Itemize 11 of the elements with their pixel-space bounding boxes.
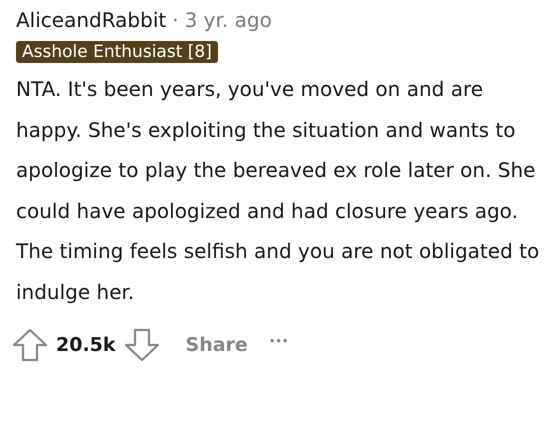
- share-button[interactable]: Share: [182, 332, 252, 358]
- username-link[interactable]: AliceandRabbit: [16, 8, 166, 32]
- comment-text: NTA. It's been years, you've moved on and are happy. She's exploiting the situation and wants to apologize to play the bereaved ex role later on. She could have apologized and had closure years ago. The timing feels selfish and you are not obligated to indulge her.: [16, 76, 540, 306]
- user-flair: Asshole Enthusiast [8]: [16, 41, 218, 63]
- downvote-arrow-icon: [124, 328, 160, 362]
- upvote-arrow-icon: [12, 328, 48, 362]
- more-options-button[interactable]: •••: [268, 330, 292, 350]
- timestamp: 3 yr. ago: [184, 8, 272, 32]
- separator-dot: ·: [172, 8, 179, 32]
- upvote-button[interactable]: [10, 326, 50, 364]
- vote-count: 20.5k: [56, 334, 116, 356]
